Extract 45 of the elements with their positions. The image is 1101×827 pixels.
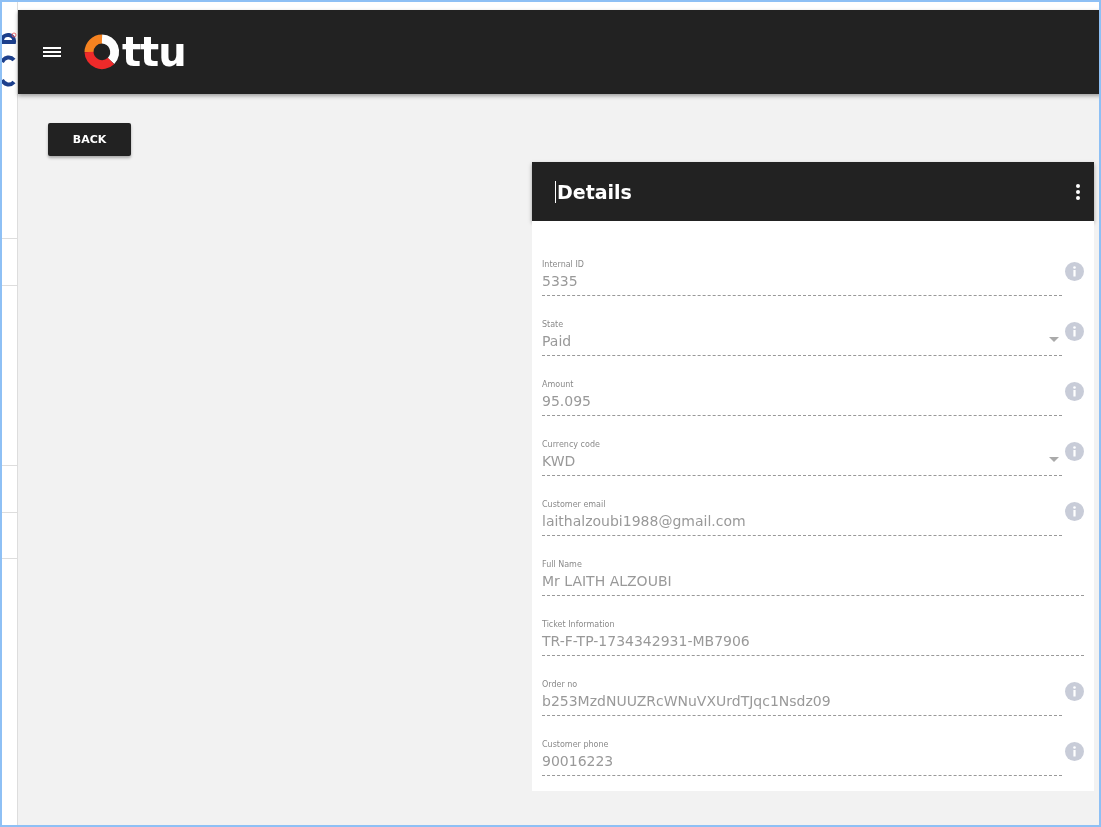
caret-icon xyxy=(1049,336,1059,342)
info-icon[interactable] xyxy=(1065,501,1084,521)
info-icon[interactable] xyxy=(1065,681,1084,701)
field-label: Customer phone xyxy=(542,739,610,749)
back-button[interactable]: BACK xyxy=(48,123,131,156)
field-label: Amount xyxy=(542,379,575,389)
field-value: TR-F-TP-1734342931-MB7906 xyxy=(542,632,750,649)
input-field[interactable]: Customer phone 90016223 xyxy=(542,722,1062,776)
dropdown-field[interactable]: Currency code KWD xyxy=(542,422,1062,476)
field-value: b253MzdNUUZRcWNuVXUrdTJqc1Nsdz09 xyxy=(542,692,831,709)
input-field[interactable]: Amount 95.095 xyxy=(542,362,1062,416)
field-value: 90016223 xyxy=(542,752,614,769)
dropdown-field[interactable]: State Paid xyxy=(542,302,1062,356)
menu-icon xyxy=(42,44,62,60)
menu-button[interactable] xyxy=(42,44,62,60)
field-value: Paid xyxy=(542,332,572,349)
ring-logo-icon xyxy=(84,34,120,70)
input-field[interactable]: Customer email laithalzoubi1988@gmail.com xyxy=(542,482,1062,536)
field-label: Currency code xyxy=(542,439,601,449)
card-title: Details xyxy=(555,180,632,203)
info-icon[interactable] xyxy=(1065,441,1084,461)
input-field[interactable]: Full Name Mr LAITH ALZOUBI xyxy=(542,542,1084,596)
logo-fragment-icon xyxy=(2,32,17,88)
field-value: 5335 xyxy=(542,272,578,289)
field-value: Mr LAITH ALZOUBI xyxy=(542,572,672,589)
field-label: Order no xyxy=(542,679,579,689)
field-value: laithalzoubi1988@gmail.com xyxy=(542,512,746,529)
input-field[interactable]: Order no b253MzdNUUZRcWNuVXUrdTJqc1Nsdz09 xyxy=(542,662,1062,716)
field-label: Ticket Information xyxy=(542,619,616,629)
more-icon xyxy=(1076,183,1080,200)
field-label: Customer email xyxy=(542,499,607,509)
input-field[interactable]: Internal ID 5335 xyxy=(542,242,1062,296)
more-button[interactable] xyxy=(1076,183,1080,200)
field-value: KWD xyxy=(542,452,576,469)
input-field[interactable]: Ticket Information TR-F-TP-1734342931-MB7906 xyxy=(542,602,1084,656)
field-label: Internal ID xyxy=(542,259,585,269)
info-icon[interactable] xyxy=(1065,321,1084,341)
info-icon[interactable] xyxy=(1065,261,1084,281)
field-value: 95.095 xyxy=(542,392,591,409)
caret-icon xyxy=(1049,456,1059,462)
info-icon[interactable] xyxy=(1065,741,1084,761)
field-label: Full Name xyxy=(542,559,583,569)
logo-text: ttu xyxy=(122,32,186,72)
info-icon[interactable] xyxy=(1065,381,1084,401)
field-label: State xyxy=(542,319,565,329)
